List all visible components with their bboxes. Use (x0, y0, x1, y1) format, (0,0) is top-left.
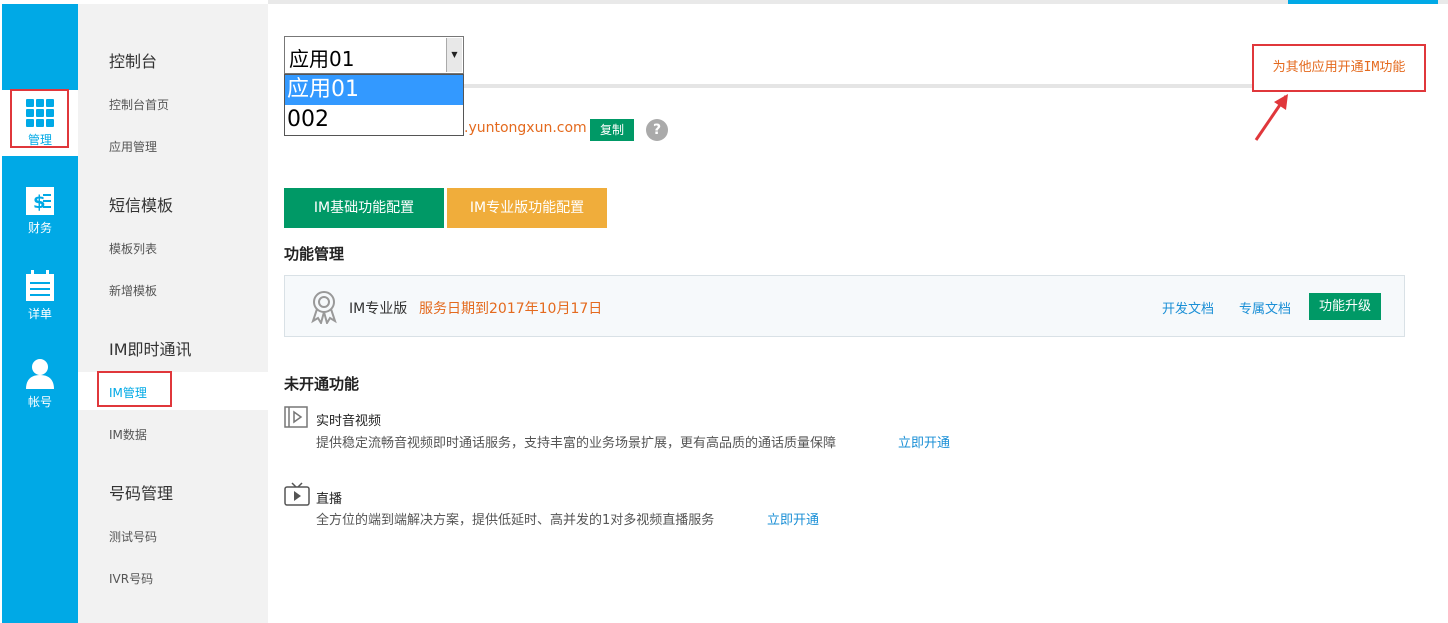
sidebar-item-im-data[interactable]: IM数据 (109, 426, 147, 443)
help-icon[interactable]: ? (646, 119, 668, 141)
rail-item-finance[interactable]: $ 财务 (2, 180, 78, 246)
app-option[interactable]: 应用01 (285, 75, 463, 105)
feature-title-av: 实时音视频 (316, 414, 382, 429)
sidebar-group-im: IM即时通讯 (109, 340, 192, 359)
function-mgmt-title: 功能管理 (284, 245, 345, 263)
award-icon (311, 291, 337, 324)
upgrade-button[interactable]: 功能升级 (1309, 293, 1381, 320)
activate-av-link[interactable]: 立即开通 (898, 432, 950, 451)
rail-label-details: 详单 (27, 307, 52, 321)
sidebar-group-sms: 短信模板 (109, 196, 174, 215)
feature-desc-av: 提供稳定流畅音视频即时通话服务，支持丰富的业务场景扩展，更有高品质的通话质量保障 (316, 436, 837, 451)
tab-im-pro-config[interactable]: IM专业版功能配置 (447, 188, 607, 228)
sidebar-group-console: 控制台 (109, 52, 158, 71)
sidebar-group-numbers: 号码管理 (109, 484, 174, 503)
annotation-callout: 为其他应用开通IM功能 (1252, 44, 1426, 92)
plan-name: IM专业版 (349, 301, 408, 317)
calendar-icon (26, 270, 54, 301)
annotation-arrow (1254, 94, 1288, 141)
rail-item-account[interactable]: 帐号 (2, 354, 78, 420)
tab-im-basic-config[interactable]: IM基础功能配置 (284, 188, 444, 228)
finance-icon: $ (26, 187, 54, 215)
rail-label-finance: 财务 (27, 221, 52, 235)
app-url: .yuntongxun.com (464, 120, 587, 136)
video-icon (284, 406, 308, 428)
sidebar: 控制台 控制台首页 应用管理 短信模板 模板列表 新增模板 IM即时通讯 IM管… (78, 4, 268, 623)
app-option[interactable]: 002 (285, 105, 463, 135)
unopened-title: 未开通功能 (284, 375, 360, 393)
user-icon (26, 359, 54, 389)
chevron-down-icon[interactable]: ▼ (446, 38, 462, 72)
highlight-box-im-manage (97, 371, 172, 407)
app-select-value: 应用01 (289, 47, 355, 71)
sidebar-item-app-manage[interactable]: 应用管理 (109, 138, 157, 155)
plan-panel: IM专业版 服务日期到2017年10月17日 开发文档 专属文档 功能升级 (284, 275, 1405, 337)
sidebar-item-template-list[interactable]: 模板列表 (109, 240, 157, 257)
dev-docs-link[interactable]: 开发文档 (1162, 298, 1214, 317)
tv-icon (284, 482, 310, 506)
sidebar-item-new-template[interactable]: 新增模板 (109, 282, 157, 299)
sidebar-item-test-number[interactable]: 测试号码 (109, 528, 157, 545)
plan-expire-date: 服务日期到2017年10月17日 (419, 301, 603, 317)
app-select-dropdown: 应用01 002 (284, 74, 464, 136)
copy-button[interactable]: 复制 (590, 119, 634, 141)
rail-label-account: 帐号 (27, 395, 52, 409)
feature-title-live: 直播 (316, 492, 343, 507)
rail-item-details[interactable]: 详单 (2, 266, 78, 332)
app-select[interactable]: 应用01 ▼ (284, 36, 464, 74)
sidebar-item-ivr-number[interactable]: IVR号码 (109, 570, 153, 587)
highlight-box-manage (10, 89, 69, 148)
sidebar-item-console-home[interactable]: 控制台首页 (109, 96, 169, 113)
main-content: .yuntongxun.com 复制 ? 应用01 ▼ 应用01 002 IM基… (268, 4, 1448, 623)
activate-live-link[interactable]: 立即开通 (767, 509, 819, 528)
exclusive-docs-link[interactable]: 专属文档 (1239, 298, 1291, 317)
feature-desc-live: 全方位的端到端解决方案，提供低延时、高并发的1对多视频直播服务 (316, 513, 715, 528)
